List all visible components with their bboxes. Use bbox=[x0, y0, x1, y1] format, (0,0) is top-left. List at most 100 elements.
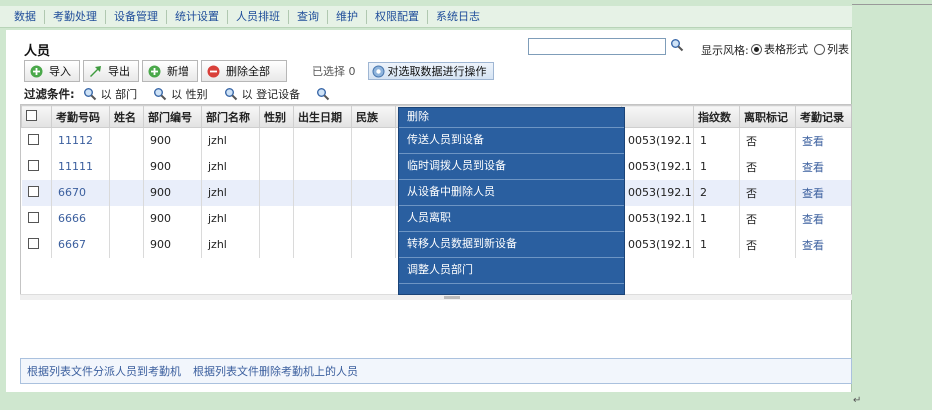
header-dept-no[interactable]: 部门编号 bbox=[143, 105, 202, 128]
radio-selected-icon[interactable] bbox=[751, 43, 762, 55]
header-gender[interactable]: 性别 bbox=[259, 105, 294, 128]
green-arrow-icon bbox=[89, 65, 102, 78]
header-device bbox=[621, 105, 694, 128]
attendance-no-link[interactable]: 6670 bbox=[58, 186, 86, 199]
menu-item-delete-from-device[interactable]: 从设备中删除人员 bbox=[399, 180, 624, 206]
radio-table-view[interactable]: 表格形式 bbox=[751, 41, 808, 57]
menu-item-query[interactable]: 查询 bbox=[289, 9, 328, 24]
select-all-checkbox[interactable] bbox=[26, 109, 37, 121]
filter-by-department[interactable]: 以 部门 bbox=[83, 86, 137, 102]
cell-attendance-no[interactable]: 11111 bbox=[51, 153, 110, 180]
add-button[interactable]: 新增 bbox=[142, 60, 198, 82]
cell-attendance-no[interactable]: 6666 bbox=[51, 205, 110, 232]
cell-device: 0053(192.1 bbox=[621, 153, 694, 180]
cell-record[interactable]: 查看 bbox=[795, 179, 851, 206]
menu-item-maintenance[interactable]: 维护 bbox=[328, 9, 367, 24]
filter-more[interactable] bbox=[316, 87, 334, 101]
cell-gender bbox=[259, 231, 294, 258]
cell-attendance-no[interactable]: 6670 bbox=[51, 179, 110, 206]
cell-attendance-no[interactable]: 6667 bbox=[51, 231, 110, 258]
display-style-options: 表格形式 列表 bbox=[751, 41, 849, 57]
assign-by-list-link[interactable]: 根据列表文件分派人员到考勤机 bbox=[27, 363, 181, 379]
header-dept-name[interactable]: 部门名称 bbox=[201, 105, 260, 128]
filter-by-device-label: 以 登记设备 bbox=[241, 88, 301, 101]
menu-item-attendance[interactable]: 考勤处理 bbox=[45, 9, 106, 24]
attendance-no-link[interactable]: 11111 bbox=[58, 160, 93, 173]
bulk-operations-button[interactable]: 对选取数据进行操作 bbox=[367, 62, 494, 80]
menu-item-shift-scheduling[interactable]: 人员排班 bbox=[228, 9, 289, 24]
display-style-label: 显示风格: bbox=[701, 44, 749, 57]
filter-by-device[interactable]: 以 登记设备 bbox=[224, 86, 301, 102]
delete-by-list-link[interactable]: 根据列表文件删除考勤机上的人员 bbox=[193, 363, 358, 379]
cell-birth bbox=[293, 179, 352, 206]
cell-dept-no: 900 bbox=[143, 231, 202, 258]
menu-item-temp-transfer[interactable]: 临时调拨人员到设备 bbox=[399, 154, 624, 180]
cell-name bbox=[109, 153, 144, 180]
header-attendance-record[interactable]: 考勤记录 bbox=[795, 105, 851, 128]
cell-record[interactable]: 查看 bbox=[795, 127, 851, 154]
row-checkbox[interactable] bbox=[27, 185, 39, 197]
header-resigned[interactable]: 离职标记 bbox=[739, 105, 796, 128]
menu-item-system-log[interactable]: 系统日志 bbox=[428, 10, 488, 24]
view-record-link[interactable]: 查看 bbox=[802, 239, 824, 252]
row-checkbox[interactable] bbox=[27, 237, 39, 249]
delete-all-button[interactable]: 删除全部 bbox=[201, 60, 287, 82]
row-checkbox[interactable] bbox=[27, 159, 39, 171]
import-label: 导入 bbox=[49, 65, 71, 78]
row-checkbox-cell[interactable] bbox=[21, 205, 52, 232]
import-button[interactable]: 导入 bbox=[24, 60, 80, 82]
header-name[interactable]: 姓名 bbox=[109, 105, 144, 128]
cell-name bbox=[109, 205, 144, 232]
radio-table-view-label: 表格形式 bbox=[764, 43, 808, 56]
search-input[interactable] bbox=[529, 39, 665, 54]
menu-item-device-management[interactable]: 设备管理 bbox=[106, 9, 167, 24]
menu-item-move-to-new-device[interactable]: 转移人员数据到新设备 bbox=[399, 232, 624, 258]
view-record-link[interactable]: 查看 bbox=[802, 161, 824, 174]
attendance-no-link[interactable]: 11112 bbox=[58, 134, 93, 147]
header-nation[interactable]: 民族 bbox=[351, 105, 396, 128]
header-attendance-no[interactable]: 考勤号码 bbox=[51, 105, 110, 128]
menu-item-permissions[interactable]: 权限配置 bbox=[367, 9, 428, 24]
view-record-link[interactable]: 查看 bbox=[802, 187, 824, 200]
header-birth-date[interactable]: 出生日期 bbox=[293, 105, 352, 128]
search-field[interactable] bbox=[528, 38, 666, 55]
row-checkbox-cell[interactable] bbox=[21, 153, 52, 180]
menu-item-delete[interactable]: 删除 bbox=[399, 108, 624, 128]
add-label: 新增 bbox=[167, 65, 189, 78]
splitter-grip-icon[interactable] bbox=[444, 296, 460, 299]
attendance-no-link[interactable]: 6666 bbox=[58, 212, 86, 225]
filter-by-gender-label: 以 性别 bbox=[171, 88, 208, 101]
export-button[interactable]: 导出 bbox=[83, 60, 139, 82]
cell-name bbox=[109, 179, 144, 206]
cell-record[interactable]: 查看 bbox=[795, 205, 851, 232]
search-icon[interactable] bbox=[670, 38, 684, 52]
cell-record[interactable]: 查看 bbox=[795, 153, 851, 180]
row-checkbox-cell[interactable] bbox=[21, 127, 52, 154]
cell-birth bbox=[293, 205, 352, 232]
cell-attendance-no[interactable]: 11112 bbox=[51, 127, 110, 154]
header-select-all[interactable] bbox=[21, 105, 52, 128]
cell-dept-no: 900 bbox=[143, 127, 202, 154]
cell-gender bbox=[259, 205, 294, 232]
row-checkbox[interactable] bbox=[27, 211, 39, 223]
menu-item-data[interactable]: 数据 bbox=[6, 9, 45, 24]
radio-list-view[interactable]: 列表 bbox=[814, 41, 849, 57]
cell-record[interactable]: 查看 bbox=[795, 231, 851, 258]
menu-item-resign[interactable]: 人员离职 bbox=[399, 206, 624, 232]
view-record-link[interactable]: 查看 bbox=[802, 213, 824, 226]
row-checkbox[interactable] bbox=[27, 133, 39, 145]
cell-dept-name: jzhl bbox=[201, 179, 260, 206]
view-record-link[interactable]: 查看 bbox=[802, 135, 824, 148]
cell-fingerprints: 1 bbox=[693, 231, 740, 258]
menu-item-change-department[interactable]: 调整人员部门 bbox=[399, 258, 624, 284]
cell-dept-no: 900 bbox=[143, 153, 202, 180]
menu-item-statistics-settings[interactable]: 统计设置 bbox=[167, 9, 228, 24]
radio-unselected-icon[interactable] bbox=[814, 43, 825, 55]
filter-by-gender[interactable]: 以 性别 bbox=[153, 86, 208, 102]
row-checkbox-cell[interactable] bbox=[21, 231, 52, 258]
header-fingerprints[interactable]: 指纹数 bbox=[693, 105, 740, 128]
row-checkbox-cell[interactable] bbox=[21, 179, 52, 206]
bulk-operations-menu: 删除 传送人员到设备 临时调拨人员到设备 从设备中删除人员 人员离职 转移人员数… bbox=[398, 107, 625, 295]
menu-item-send-to-device[interactable]: 传送人员到设备 bbox=[399, 128, 624, 154]
attendance-no-link[interactable]: 6667 bbox=[58, 238, 86, 251]
